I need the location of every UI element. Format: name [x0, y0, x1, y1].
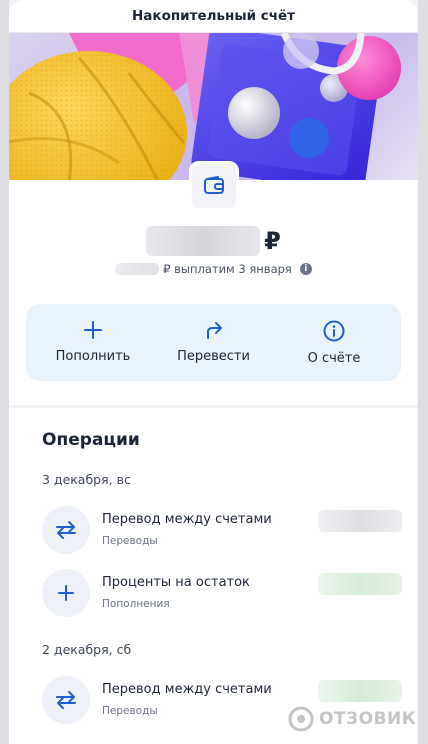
payout-info: ₽ выплатим 3 января i: [9, 260, 418, 278]
operations-section: Операции 3 декабря, вс Перевод между сче…: [9, 408, 418, 744]
operation-row[interactable]: Проценты на остаток Пополнения: [42, 569, 402, 619]
transfer-button[interactable]: Перевести: [159, 304, 269, 381]
hidden-operation-amount: [318, 680, 402, 702]
watermark-text: ОТЗОВИК: [319, 709, 417, 729]
about-account-label: О счёте: [307, 351, 361, 366]
transfer-arrows-icon: [42, 676, 90, 724]
operation-category: Переводы: [102, 535, 158, 547]
hidden-balance-value: [146, 226, 261, 256]
top-up-label: Пополнить: [55, 349, 131, 364]
operation-name: Перевод между счетами: [102, 682, 272, 697]
payout-text: ₽ выплатим 3 января: [163, 262, 292, 276]
currency-symbol: ₽: [264, 227, 281, 255]
operations-title: Операции: [42, 430, 140, 450]
account-actions: Пополнить Перевести О счёте: [26, 304, 401, 381]
operation-name: Перевод между счетами: [102, 512, 272, 527]
operation-row[interactable]: Перевод между счетами Переводы: [42, 506, 402, 556]
info-icon[interactable]: i: [299, 263, 312, 275]
watermark-logo: ОТЗОВИК: [288, 704, 420, 734]
operation-category: Пополнения: [102, 598, 170, 610]
wallet-icon: [189, 161, 239, 211]
page-title: Накопительный счёт: [9, 0, 418, 33]
balance-amount: ₽: [9, 224, 418, 258]
top-up-button[interactable]: Пополнить: [38, 304, 148, 381]
transfer-label: Перевести: [177, 349, 250, 364]
about-account-button[interactable]: О счёте: [279, 304, 389, 381]
date-header: 3 декабря, вс: [42, 472, 131, 487]
plus-icon: [84, 321, 102, 339]
info-icon: [323, 320, 345, 342]
hidden-operation-amount: [318, 510, 402, 532]
forward-arrow-icon: [206, 322, 222, 339]
app-screen: Накопительный счёт ₽ ₽ выплатим 3 января…: [9, 0, 418, 744]
hidden-payout-value: [115, 263, 160, 275]
operation-category: Переводы: [102, 705, 158, 717]
hidden-operation-amount: [318, 573, 402, 595]
plus-icon: [42, 569, 90, 617]
operation-name: Проценты на остаток: [102, 575, 250, 590]
transfer-arrows-icon: [42, 506, 90, 554]
date-header: 2 декабря, сб: [42, 642, 132, 657]
